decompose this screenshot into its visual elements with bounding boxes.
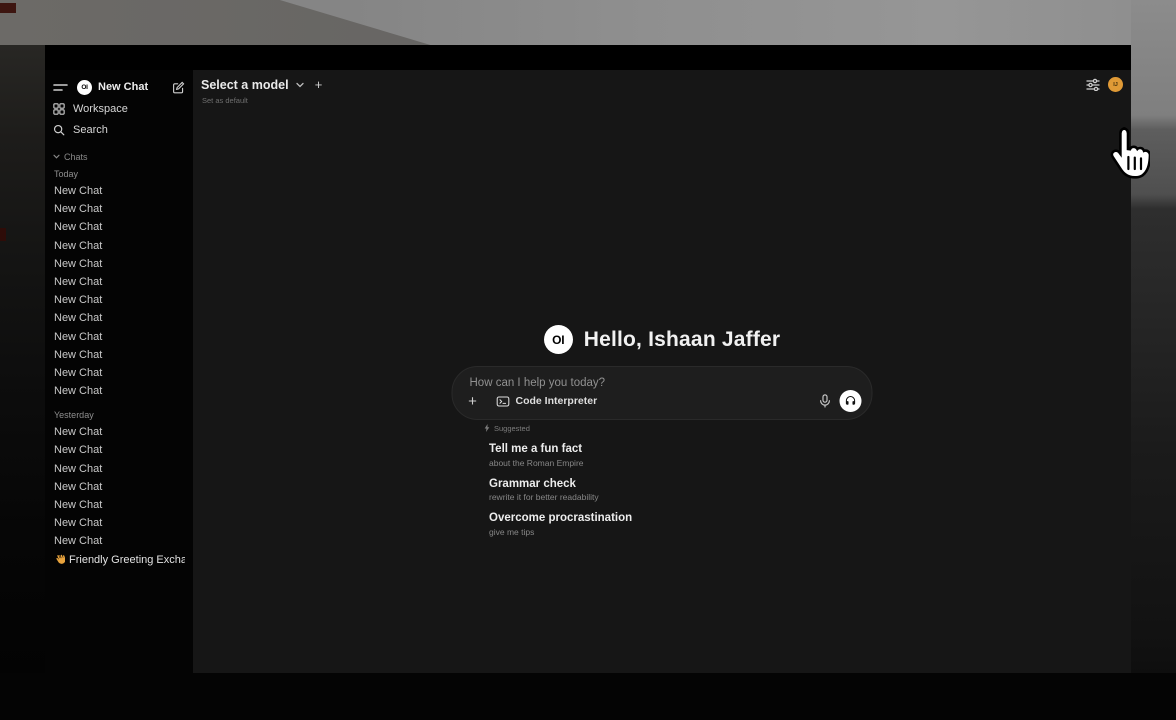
app-window: OI New Chat Workspace: [45, 45, 1131, 673]
chat-group-yesterday: Yesterday: [53, 410, 185, 423]
chat-item[interactable]: New Chat: [53, 200, 185, 218]
chat-item[interactable]: New Chat: [53, 273, 185, 291]
chat-item[interactable]: New Chat: [53, 364, 185, 382]
headphones-icon: [845, 395, 857, 407]
suggestion-subtitle: rewrite it for better readability: [489, 492, 884, 502]
suggestion-grammar-check[interactable]: Grammar check rewrite it for better read…: [489, 478, 884, 503]
chat-item[interactable]: New Chat: [53, 460, 185, 478]
message-composer[interactable]: How can I help you today? + Code Interpr…: [452, 366, 873, 420]
app-logo-large: OI: [544, 325, 573, 354]
new-chat-icon[interactable]: [172, 81, 185, 94]
background-wedge: [0, 0, 1176, 45]
suggested-label: Suggested: [494, 424, 530, 433]
suggestion-title: Overcome procrastination: [489, 512, 884, 524]
background-red-mark: [0, 228, 6, 241]
chats-section-label: Chats: [64, 152, 88, 162]
suggestion-title: Grammar check: [489, 478, 884, 490]
app-top-strip: [45, 45, 1131, 70]
chat-item-title: Friendly Greeting Exchange: [69, 551, 185, 569]
bolt-icon: [484, 424, 490, 432]
chat-item[interactable]: New Chat: [53, 514, 185, 532]
set-as-default-link[interactable]: Set as default: [202, 96, 248, 105]
chat-item[interactable]: New Chat: [53, 478, 185, 496]
chevron-down-icon: [53, 154, 60, 159]
chat-item[interactable]: New Chat: [53, 237, 185, 255]
greeting-text: Hello, Ishaan Jaffer: [584, 328, 781, 352]
code-interpreter-icon: [497, 396, 510, 407]
user-avatar[interactable]: IJ: [1108, 77, 1123, 92]
suggestion-procrastination[interactable]: Overcome procrastination give me tips: [489, 512, 884, 537]
workspace-grid-icon: [53, 103, 65, 115]
attach-button[interactable]: +: [465, 394, 481, 409]
chat-item[interactable]: New Chat: [53, 441, 185, 459]
background-red-mark: [0, 3, 16, 13]
suggested-section: Suggested Tell me a fun fact about the R…: [484, 423, 884, 537]
chat-item[interactable]: New Chat: [53, 218, 185, 236]
model-chevron-down-icon[interactable]: [296, 82, 304, 88]
chat-item[interactable]: New Chat: [53, 255, 185, 273]
greeting-row: OI Hello, Ishaan Jaffer: [193, 325, 1131, 354]
sidebar-header: OI New Chat: [53, 78, 185, 96]
sidebar-item-workspace[interactable]: Workspace: [53, 100, 185, 117]
composer-placeholder[interactable]: How can I help you today?: [470, 377, 606, 389]
search-icon: [53, 124, 65, 136]
model-selector[interactable]: Select a model: [201, 78, 289, 92]
wave-emoji-icon: [54, 554, 65, 565]
suggestion-title: Tell me a fun fact: [489, 443, 884, 455]
chat-item-friendly-greeting[interactable]: Friendly Greeting Exchange: [53, 551, 185, 569]
sidebar-title[interactable]: New Chat: [98, 81, 172, 93]
chat-item[interactable]: New Chat: [53, 309, 185, 327]
app-logo: OI: [77, 80, 92, 95]
chat-item[interactable]: New Chat: [53, 346, 185, 364]
suggestion-subtitle: give me tips: [489, 527, 884, 537]
desktop-background-bottom: [0, 673, 1176, 720]
code-interpreter-toggle[interactable]: Code Interpreter: [497, 395, 598, 407]
chat-item[interactable]: New Chat: [53, 532, 185, 550]
controls-sliders-icon[interactable]: [1086, 78, 1100, 91]
sidebar: OI New Chat Workspace: [45, 70, 193, 673]
workspace-label: Workspace: [73, 103, 128, 115]
sidebar-toggle-icon[interactable]: [53, 82, 68, 93]
chat-item[interactable]: New Chat: [53, 182, 185, 200]
suggestion-fun-fact[interactable]: Tell me a fun fact about the Roman Empir…: [489, 443, 884, 468]
chat-item[interactable]: New Chat: [53, 328, 185, 346]
desktop-background-top: [0, 0, 1176, 45]
chat-item[interactable]: New Chat: [53, 496, 185, 514]
chats-section-header[interactable]: Chats: [53, 150, 185, 163]
suggestion-subtitle: about the Roman Empire: [489, 458, 884, 468]
chat-item[interactable]: New Chat: [53, 423, 185, 441]
chat-item[interactable]: New Chat: [53, 382, 185, 400]
sidebar-item-search[interactable]: Search: [53, 121, 185, 138]
chat-item[interactable]: New Chat: [53, 291, 185, 309]
microphone-icon[interactable]: [820, 394, 831, 408]
desktop-background-left: [0, 45, 45, 720]
chat-group-today: Today: [53, 169, 185, 182]
main-chat-area: Select a model + Set as default IJ: [193, 70, 1131, 673]
desktop-background-right: [1131, 0, 1176, 720]
search-label: Search: [73, 124, 108, 136]
voice-call-button[interactable]: [840, 390, 862, 412]
add-model-button[interactable]: +: [311, 77, 327, 92]
code-interpreter-label: Code Interpreter: [516, 395, 598, 407]
